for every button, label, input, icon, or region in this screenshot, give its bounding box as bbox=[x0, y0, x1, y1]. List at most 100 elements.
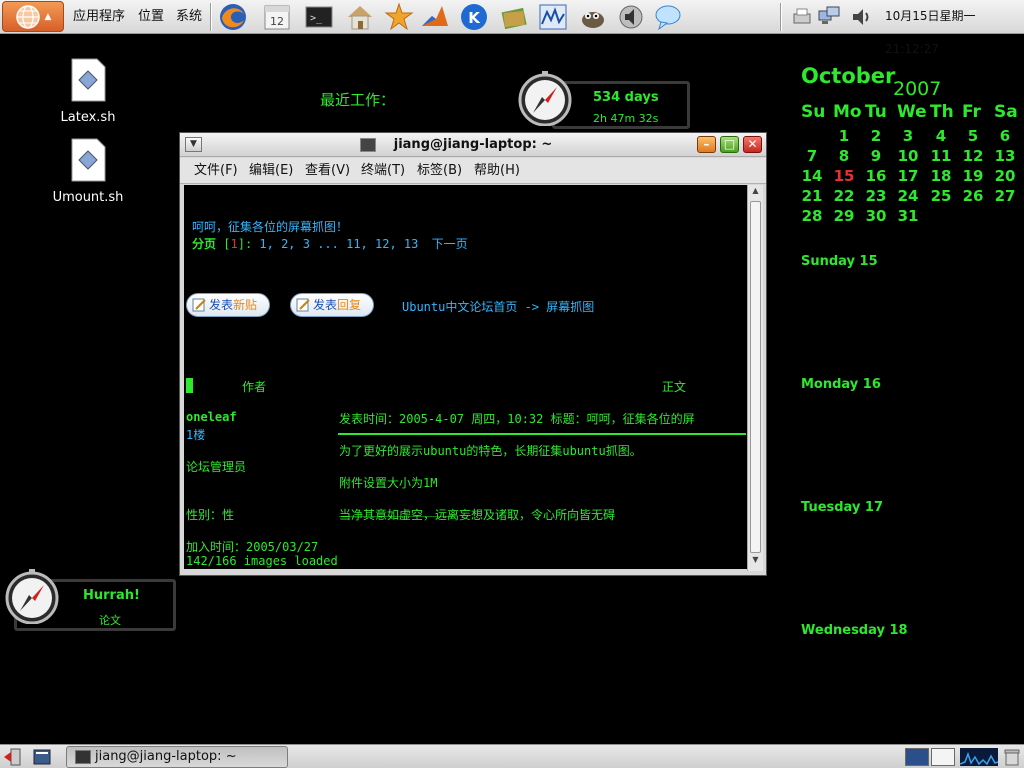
agenda-day-heading: Wednesday 18 bbox=[801, 623, 908, 638]
desktop-file-label: Umount.sh bbox=[52, 190, 124, 205]
network-icon[interactable] bbox=[817, 5, 841, 29]
calendar-day[interactable]: 6 bbox=[990, 127, 1020, 145]
desktop-file-latex[interactable]: Latex.sh bbox=[43, 58, 133, 125]
calendar-day[interactable]: 24 bbox=[893, 187, 923, 205]
calendar-day[interactable]: 19 bbox=[958, 167, 988, 185]
calendar-day[interactable]: 5 bbox=[958, 127, 988, 145]
recent-work-label: 最近工作： bbox=[320, 91, 396, 109]
terminal-menubar: 文件(F) 编辑(E) 查看(V) 终端(T) 标签(B) 帮助(H) bbox=[180, 158, 766, 184]
logout-icon[interactable] bbox=[2, 747, 22, 767]
svg-text:12: 12 bbox=[270, 15, 284, 28]
calendar-weekday: Tu bbox=[865, 102, 887, 122]
clock[interactable]: 10月15日星期一 21:12:27 bbox=[885, 0, 1024, 56]
calendar-day[interactable]: 23 bbox=[861, 187, 891, 205]
agenda-day-heading: Tuesday 17 bbox=[801, 500, 884, 515]
window-titlebar[interactable]: ▼ jiang@jiang-laptop: ~ – □ ✕ bbox=[180, 133, 766, 157]
topic-title[interactable]: 呵呵，征集各位的屏幕抓图！ bbox=[192, 218, 348, 235]
terminal-content[interactable]: 呵呵，征集各位的屏幕抓图！ 分页 [1]: 1, 2, 3 ... 11, 12… bbox=[184, 185, 747, 569]
maximize-icon: □ bbox=[723, 137, 736, 151]
calendar-day[interactable]: 22 bbox=[829, 187, 859, 205]
agenda-day-heading: Monday 16 bbox=[801, 377, 881, 392]
calendar-day[interactable]: 1 bbox=[829, 127, 859, 145]
sound-settings-icon[interactable] bbox=[615, 1, 647, 33]
calendar-day[interactable]: 13 bbox=[990, 147, 1020, 165]
menu-system[interactable]: 系统 bbox=[176, 0, 202, 33]
author-gender: 性别：性 bbox=[186, 508, 235, 522]
calendar-day[interactable]: 18 bbox=[926, 167, 956, 185]
books-icon[interactable] bbox=[498, 1, 530, 33]
matlab-icon[interactable] bbox=[419, 1, 451, 33]
next-page-link[interactable]: 下一页 bbox=[432, 237, 468, 251]
agenda-day-heading: Sunday 15 bbox=[801, 254, 878, 269]
calendar-day[interactable]: 14 bbox=[797, 167, 827, 185]
main-menu-button[interactable]: ▲ bbox=[2, 1, 64, 32]
menu-file[interactable]: 文件(F) bbox=[194, 158, 238, 184]
calendar-weekday: Mo bbox=[833, 102, 862, 122]
calendar-day[interactable]: 21 bbox=[797, 187, 827, 205]
calendar-day[interactable]: 30 bbox=[861, 207, 891, 225]
calendar-day[interactable]: 11 bbox=[926, 147, 956, 165]
calendar-day[interactable]: 25 bbox=[926, 187, 956, 205]
volume-icon[interactable] bbox=[850, 5, 874, 29]
pagination-links[interactable]: 1, 2, 3 ... 11, 12, 13 bbox=[259, 237, 418, 251]
menu-edit[interactable]: 编辑(E) bbox=[249, 158, 293, 184]
calendar-day[interactable]: 26 bbox=[958, 187, 988, 205]
pagination-label: 分页 bbox=[192, 237, 217, 251]
scrollbar-thumb[interactable] bbox=[750, 201, 761, 553]
menu-applications[interactable]: 应用程序 bbox=[73, 0, 125, 33]
close-button[interactable]: ✕ bbox=[743, 136, 762, 153]
calendar-day[interactable]: 4 bbox=[926, 127, 956, 145]
menu-places[interactable]: 位置 bbox=[138, 0, 164, 33]
calendar-day[interactable]: 31 bbox=[893, 207, 923, 225]
terminal-icon[interactable]: >_ bbox=[303, 1, 335, 33]
kde-icon[interactable]: K bbox=[458, 1, 490, 33]
calendar-day[interactable]: 8 bbox=[829, 147, 859, 165]
breadcrumb[interactable]: Ubuntu中文论坛首页 -> 屏幕抓图 bbox=[402, 298, 594, 315]
calendar-weekday: Su bbox=[801, 102, 826, 122]
scroll-down-icon[interactable]: ▼ bbox=[750, 555, 761, 568]
calendar-day[interactable]: 20 bbox=[990, 167, 1020, 185]
menu-help[interactable]: 帮助(H) bbox=[474, 158, 520, 184]
cpu-graph-icon[interactable] bbox=[960, 748, 998, 766]
trash-icon[interactable] bbox=[1002, 747, 1022, 767]
calendar-day[interactable]: 10 bbox=[893, 147, 923, 165]
printer-icon[interactable] bbox=[790, 5, 814, 29]
post-author[interactable]: oneleaf bbox=[186, 410, 237, 424]
calendar-year: 2007 bbox=[893, 78, 942, 100]
calendar-day[interactable]: 16 bbox=[861, 167, 891, 185]
taskbar-item-terminal[interactable]: jiang@jiang-laptop: ~ bbox=[66, 746, 288, 768]
new-post-button[interactable]: 发表新贴 bbox=[186, 293, 270, 317]
calendar-day[interactable]: 9 bbox=[861, 147, 891, 165]
workspace-1[interactable] bbox=[905, 748, 929, 766]
scroll-up-icon[interactable]: ▲ bbox=[750, 186, 761, 199]
desktop-file-umount[interactable]: Umount.sh bbox=[43, 138, 133, 205]
reply-button[interactable]: 发表回复 bbox=[290, 293, 374, 317]
calendar-day[interactable]: 27 bbox=[990, 187, 1020, 205]
system-monitor-icon[interactable] bbox=[537, 1, 569, 33]
author-joined: 加入时间：2005/03/27 bbox=[186, 540, 319, 554]
scrollbar[interactable]: ▲ ▼ bbox=[747, 185, 763, 571]
gimp-icon[interactable] bbox=[577, 1, 609, 33]
chat-bubble-icon[interactable] bbox=[652, 1, 684, 33]
evolution-calendar-icon[interactable]: 12 bbox=[261, 1, 293, 33]
maximize-button[interactable]: □ bbox=[720, 136, 739, 153]
calendar-day[interactable]: 29 bbox=[829, 207, 859, 225]
menu-terminal[interactable]: 终端(T) bbox=[361, 158, 405, 184]
calendar-day[interactable]: 2 bbox=[861, 127, 891, 145]
workspace-2[interactable] bbox=[931, 748, 955, 766]
pagination: 分页 [1]: 1, 2, 3 ... 11, 12, 13 下一页 bbox=[192, 235, 468, 252]
calendar-day[interactable]: 28 bbox=[797, 207, 827, 225]
calendar-day[interactable]: 15 bbox=[829, 167, 859, 185]
calendar-weekday: We bbox=[897, 102, 927, 122]
starburst-icon[interactable] bbox=[383, 1, 415, 33]
minimize-button[interactable]: – bbox=[697, 136, 716, 153]
calendar-day[interactable]: 12 bbox=[958, 147, 988, 165]
calendar-day[interactable]: 17 bbox=[893, 167, 923, 185]
calendar-day[interactable]: 7 bbox=[797, 147, 827, 165]
menu-view[interactable]: 查看(V) bbox=[305, 158, 350, 184]
home-folder-icon[interactable] bbox=[344, 1, 376, 33]
show-desktop-icon[interactable] bbox=[32, 747, 52, 767]
firefox-icon[interactable] bbox=[217, 1, 249, 33]
menu-tabs[interactable]: 标签(B) bbox=[417, 158, 462, 184]
calendar-day[interactable]: 3 bbox=[893, 127, 923, 145]
